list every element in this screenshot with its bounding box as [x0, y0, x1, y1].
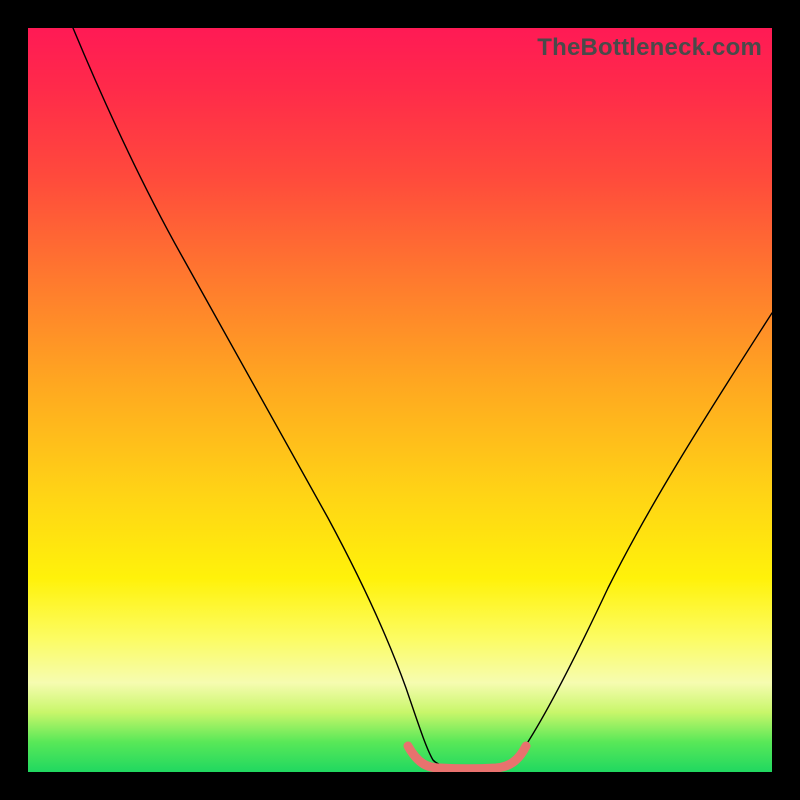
optimal-range-highlight: [408, 746, 526, 769]
chart-frame: TheBottleneck.com: [0, 0, 800, 800]
plot-area: TheBottleneck.com: [28, 28, 772, 772]
curve-overlay: [28, 28, 772, 772]
bottleneck-curve: [73, 28, 772, 768]
